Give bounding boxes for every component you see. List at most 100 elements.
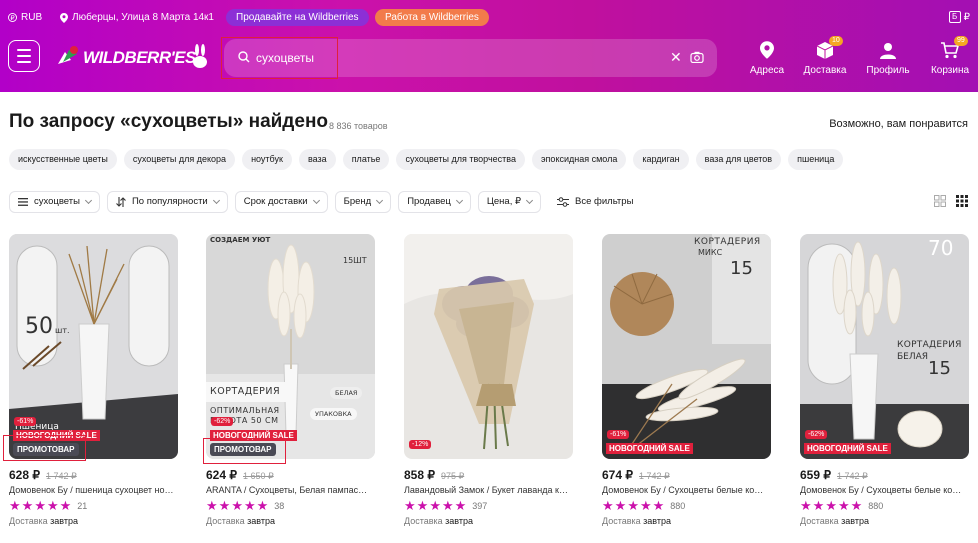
menu-burger-button[interactable] — [8, 40, 40, 72]
sale-badge: НОВОГОДНИЙ SALE — [606, 443, 693, 454]
chevron-down-icon — [84, 196, 93, 205]
product-card[interactable]: -12% 858 ₽ 975 ₽ Лавандовый Замок / Буке… — [404, 234, 573, 526]
nav-delivery[interactable]: 10 Доставка — [795, 36, 855, 76]
work-at-wb-link[interactable]: Работа в Wildberries — [375, 9, 489, 26]
overlay-tag-packaging: УПАКОВКА — [310, 408, 357, 420]
logo-bunny-icon — [193, 44, 207, 68]
grid-small-view-icon[interactable] — [956, 195, 968, 207]
product-image[interactable]: 50 шт. Пшеница -61% НОВОГОДНИЙ SALE ПРОМ… — [9, 234, 178, 459]
overlay-subtitle: МИКС — [698, 248, 723, 257]
seller-filter[interactable]: Продавец — [398, 191, 471, 213]
product-name[interactable]: Лавандовый Замок / Букет лаванда комнатн… — [404, 485, 569, 495]
price-filter[interactable]: Цена, ₽ — [477, 191, 542, 213]
page-title: По запросу «сухоцветы» найдено — [9, 111, 329, 132]
product-title: Букет лаванда комнатный — [491, 485, 569, 495]
product-name[interactable]: Домовенок Бу / Сухоцветы белые кортадери… — [602, 485, 767, 495]
chip-laptop[interactable]: ноутбук — [242, 149, 292, 170]
overlay-unit: шт. — [55, 326, 70, 335]
product-title: Сухоцветы белые кортадерия — [866, 485, 965, 495]
star-icon: ★ — [34, 498, 46, 513]
logo-mark-icon — [58, 46, 78, 64]
suggestion-chips: искусственные цветы сухоцветы для декора… — [9, 149, 844, 170]
clear-search-icon[interactable]: ✕ — [670, 49, 682, 66]
chip-dried-crafts[interactable]: сухоцветы для творчества — [396, 149, 525, 170]
currency-toggle[interactable]: Б ₽ — [948, 11, 970, 23]
overlay-count: 15ШТ — [343, 256, 367, 265]
reviews-count: 880 — [868, 501, 884, 511]
camera-search-icon[interactable] — [690, 51, 704, 63]
delivery-info: Доставка завтра — [602, 516, 771, 526]
site-header: ₽ RUB Люберцы, Улица 8 Марта 14к1 Продав… — [0, 0, 978, 92]
currency-selector[interactable]: ₽ RUB — [8, 12, 42, 23]
all-filters-button[interactable]: Все фильтры — [548, 191, 642, 213]
sort-arrows-icon — [116, 197, 126, 207]
product-card[interactable]: 70 КОРТАДЕРИЯ БЕЛАЯ 15 -62% НОВОГОДНИЙ S… — [800, 234, 969, 526]
product-card[interactable]: СОЗДАЕМ УЮТ 15ШТ КОРТАДЕРИЯ ОПТИМАЛЬНАЯ … — [203, 234, 375, 526]
cart-badge: 99 — [954, 36, 968, 46]
star-icon: ★ — [206, 498, 218, 513]
product-image[interactable]: КОРТАДЕРИЯ МИКС 15 -61% НОВОГОДНИЙ SALE — [602, 234, 771, 459]
all-filters-label: Все фильтры — [575, 196, 634, 207]
query-filter-button[interactable]: сухоцветы — [9, 191, 100, 213]
discount-badge: -61% — [607, 430, 630, 439]
chip-vase[interactable]: ваза — [298, 149, 336, 170]
nav-cart[interactable]: 99 Корзина — [920, 36, 978, 76]
star-icon: ★ — [602, 498, 614, 513]
nav-addresses[interactable]: Адреса — [737, 38, 797, 76]
current-price: 659 ₽ — [800, 468, 831, 482]
chip-flower-vase[interactable]: ваза для цветов — [695, 149, 782, 170]
product-card[interactable]: КОРТАДЕРИЯ МИКС 15 -61% НОВОГОДНИЙ SALE … — [602, 234, 771, 526]
overlay-title: КОРТАДЕРИЯ — [694, 237, 761, 247]
product-image[interactable]: СОЗДАЕМ УЮТ 15ШТ КОРТАДЕРИЯ ОПТИМАЛЬНАЯ … — [206, 234, 375, 459]
nav-profile[interactable]: Профиль — [858, 38, 918, 76]
old-price: 1 742 ₽ — [837, 471, 868, 481]
product-name[interactable]: Домовенок Бу / пшеница сухоцвет новогодн… — [9, 485, 174, 495]
reviews-count: 38 — [274, 501, 285, 511]
overlay-tagline: СОЗДАЕМ УЮТ — [210, 236, 271, 244]
star-icon: ★ — [639, 498, 652, 513]
chevron-down-icon — [312, 196, 320, 205]
product-title: Сухоцветы белые кортадерия — [668, 485, 767, 495]
chip-wheat[interactable]: пшеница — [788, 149, 844, 170]
delivery-date: завтра — [841, 516, 870, 526]
overlay-tag-white: БЕЛАЯ — [330, 387, 363, 399]
delivery-label: Доставка — [602, 516, 641, 526]
star-icon: ★ — [404, 498, 416, 513]
product-brand: Домовенок Бу — [9, 485, 68, 495]
grid-large-view-icon[interactable] — [934, 195, 946, 207]
delivery-date: завтра — [643, 516, 672, 526]
product-brand: Лавандовый Замок — [404, 485, 485, 495]
chip-epoxy[interactable]: эпоксидная смола — [531, 149, 627, 170]
delivery-time-filter[interactable]: Срок доставки — [234, 191, 328, 213]
chip-dried-decor[interactable]: сухоцветы для декора — [123, 149, 236, 170]
chevron-down-icon — [526, 196, 534, 205]
delivery-label: Доставка — [800, 516, 839, 526]
chip-cardigan[interactable]: кардиган — [633, 149, 689, 170]
wildberries-logo[interactable]: WILDBERR'ES — [55, 42, 215, 72]
may-like-link[interactable]: Возможно, вам понравится — [829, 118, 968, 130]
price-row: 674 ₽ 1 742 ₽ — [602, 468, 771, 482]
location-selector[interactable]: Люберцы, Улица 8 Марта 14к1 — [60, 12, 214, 23]
product-card[interactable]: 50 шт. Пшеница -61% НОВОГОДНИЙ SALE ПРОМ… — [3, 234, 178, 526]
brand-filter[interactable]: Бренд — [334, 191, 392, 213]
price-row: 659 ₽ 1 742 ₽ — [800, 468, 969, 482]
product-brand: ARANTA — [206, 485, 242, 495]
chip-artificial-flowers[interactable]: искусственные цветы — [9, 149, 117, 170]
price-label: Цена, ₽ — [486, 196, 522, 207]
delivery-badge: 10 — [829, 36, 843, 46]
reviews-count: 397 — [472, 501, 488, 511]
sell-on-wb-link[interactable]: Продавайте на Wildberries — [226, 9, 369, 26]
seller-label: Продавец — [407, 196, 451, 207]
product-image[interactable]: -12% — [404, 234, 573, 459]
sort-button[interactable]: По популярности — [106, 191, 228, 213]
delivery-info: Доставка завтра — [9, 516, 178, 526]
product-image[interactable]: 70 КОРТАДЕРИЯ БЕЛАЯ 15 -62% НОВОГОДНИЙ S… — [800, 234, 969, 459]
star-icon: ★ — [800, 498, 812, 513]
logo-text: WILDBERR'ES — [83, 48, 196, 67]
price-row: 628 ₽ 1 742 ₽ — [9, 468, 178, 482]
chip-dress[interactable]: платье — [342, 149, 390, 170]
delivery-info: Доставка завтра — [206, 516, 375, 526]
chevron-down-icon — [212, 196, 220, 205]
product-name[interactable]: ARANTA / Сухоцветы, Белая пампасная трав… — [206, 485, 371, 495]
product-name[interactable]: Домовенок Бу / Сухоцветы белые кортадери… — [800, 485, 965, 495]
